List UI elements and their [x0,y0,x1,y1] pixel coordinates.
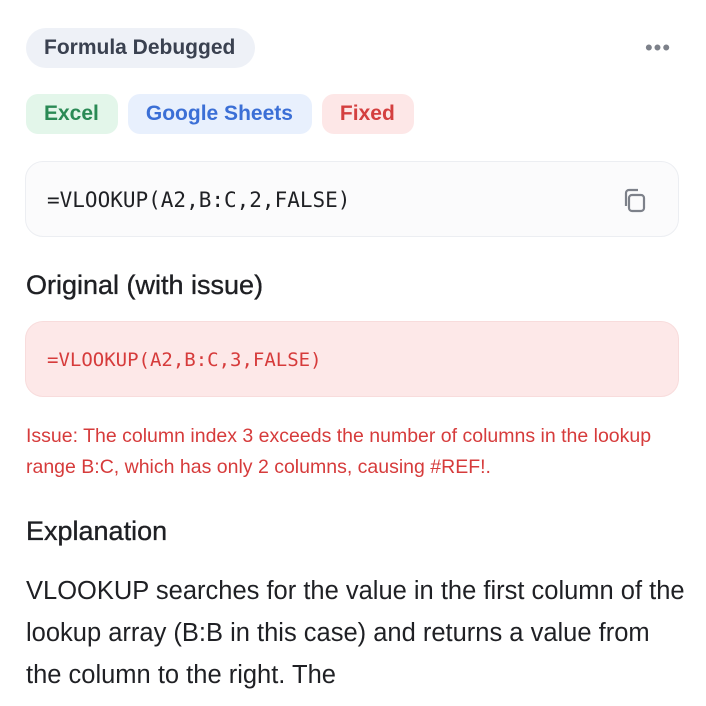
fixed-formula-text: =VLOOKUP(A2,B:C,2,FALSE) [47,188,351,212]
copy-icon[interactable] [620,186,650,216]
fixed-formula-box: =VLOOKUP(A2,B:C,2,FALSE) [25,161,679,237]
tag-google-sheets: Google Sheets [127,94,312,134]
original-formula-box: =VLOOKUP(A2,B:C,3,FALSE) [25,321,679,397]
issue-description: Issue: The column index 3 exceeds the nu… [26,425,652,478]
platform-tags: Excel Google Sheets Fixed [26,94,414,134]
card-title-badge: Formula Debugged [26,28,256,68]
tag-fixed: Fixed [321,94,414,134]
explanation-heading: Explanation [26,516,168,546]
card-header: Formula Debugged ••• [26,28,680,68]
original-heading: Original (with issue) [26,270,264,300]
more-options-icon[interactable]: ••• [638,37,678,66]
tag-excel: Excel [26,94,118,134]
original-formula-text: =VLOOKUP(A2,B:C,3,FALSE) [47,349,322,371]
formula-debug-card: Formula Debugged ••• Excel Google Sheets… [0,0,706,706]
explanation-body: VLOOKUP searches for the value in the fi… [26,577,685,689]
